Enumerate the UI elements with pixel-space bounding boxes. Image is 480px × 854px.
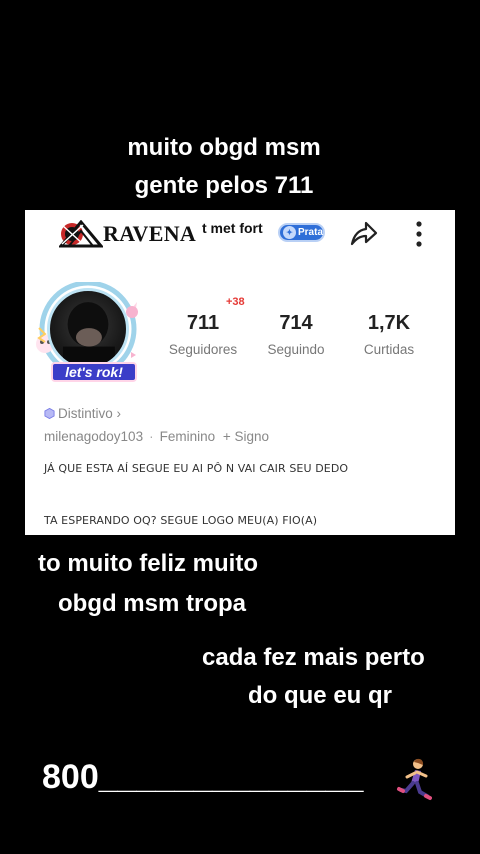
profile-name-suffix: t met fort [202,220,263,236]
profile-username: milenagodoy103 [44,429,144,444]
followers-delta: +38 [226,296,245,308]
avatar-person-silhouette [62,302,115,367]
caption-right-line-1: cada fez mais perto [202,644,425,671]
hexagon-badge-icon [44,408,55,419]
avatar-badge: let's rok! [51,362,137,382]
profile-card: RAVENA t met fort ✦ Prata let's rok! +38… [25,210,455,535]
followers-count: 711 [186,312,220,334]
caption-top-line-2: gente pelos 711 [134,172,314,199]
add-signo-link[interactable]: + Signo [223,429,269,444]
rank-badge[interactable]: ✦ Prata [278,223,325,242]
caption-bottom-goal: 800______________ [42,758,364,796]
distintivo-link[interactable]: Distintivo › [44,406,121,421]
profile-header: RAVENA t met fort ✦ Prata [25,210,455,258]
likes-count: 1,7K [367,312,411,334]
triangle-logo-icon [59,220,103,248]
following-count: 714 [279,312,313,334]
profile-gender: Feminino [159,429,216,444]
rank-emblem-icon: ✦ [283,226,296,239]
caption-top-line-1: muito obgd msm [127,134,321,161]
more-vertical-icon[interactable] [409,220,429,248]
caption-middle-line-2: obgd msm tropa [58,590,247,617]
profile-bio-line-2: TA ESPERANDO OQ? SEGUE LOGO MEU(A) FIO(A… [44,514,318,527]
stat-followers[interactable]: 711 Seguidores [157,310,249,357]
followers-label: Seguidores [168,342,238,357]
avatar[interactable]: let's rok! [35,282,143,386]
rank-badge-label: Prata [298,227,324,238]
meta-separator: · [149,429,154,444]
following-label: Seguindo [267,342,325,357]
profile-bio-line-1: JÁ QUE ESTA AÍ SEGUE EU AI PÔ N VAI CAIR… [44,462,349,475]
profile-meta-line: milenagodoy103 · Feminino + Signo [44,429,269,444]
share-arrow-icon[interactable] [349,220,379,248]
profile-display-name: RAVENA [103,221,197,246]
distintivo-label: Distintivo › [58,406,122,421]
caption-right-line-2: do que eu qr [248,682,392,709]
avatar-photo [47,288,129,370]
stat-likes[interactable]: 1,7K Curtidas [343,310,435,357]
caption-middle-line-1: to muito feliz muito [38,550,258,577]
stat-following[interactable]: 714 Seguindo [250,310,342,357]
running-woman-icon [397,758,432,800]
likes-label: Curtidas [363,342,415,357]
